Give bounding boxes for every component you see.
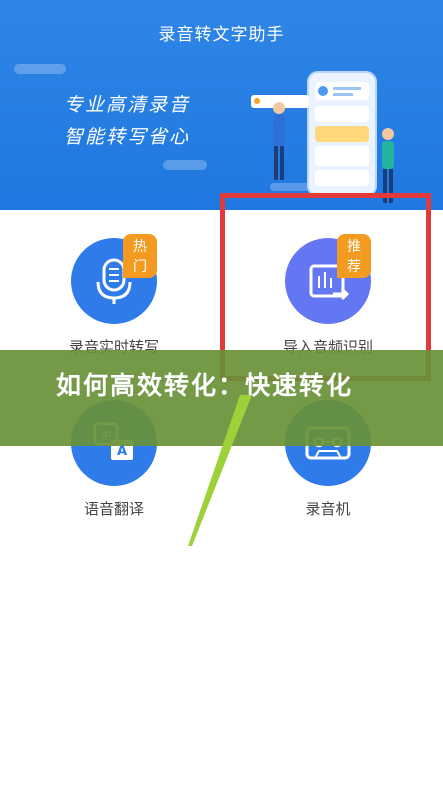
pointer-arrow (188, 395, 252, 546)
